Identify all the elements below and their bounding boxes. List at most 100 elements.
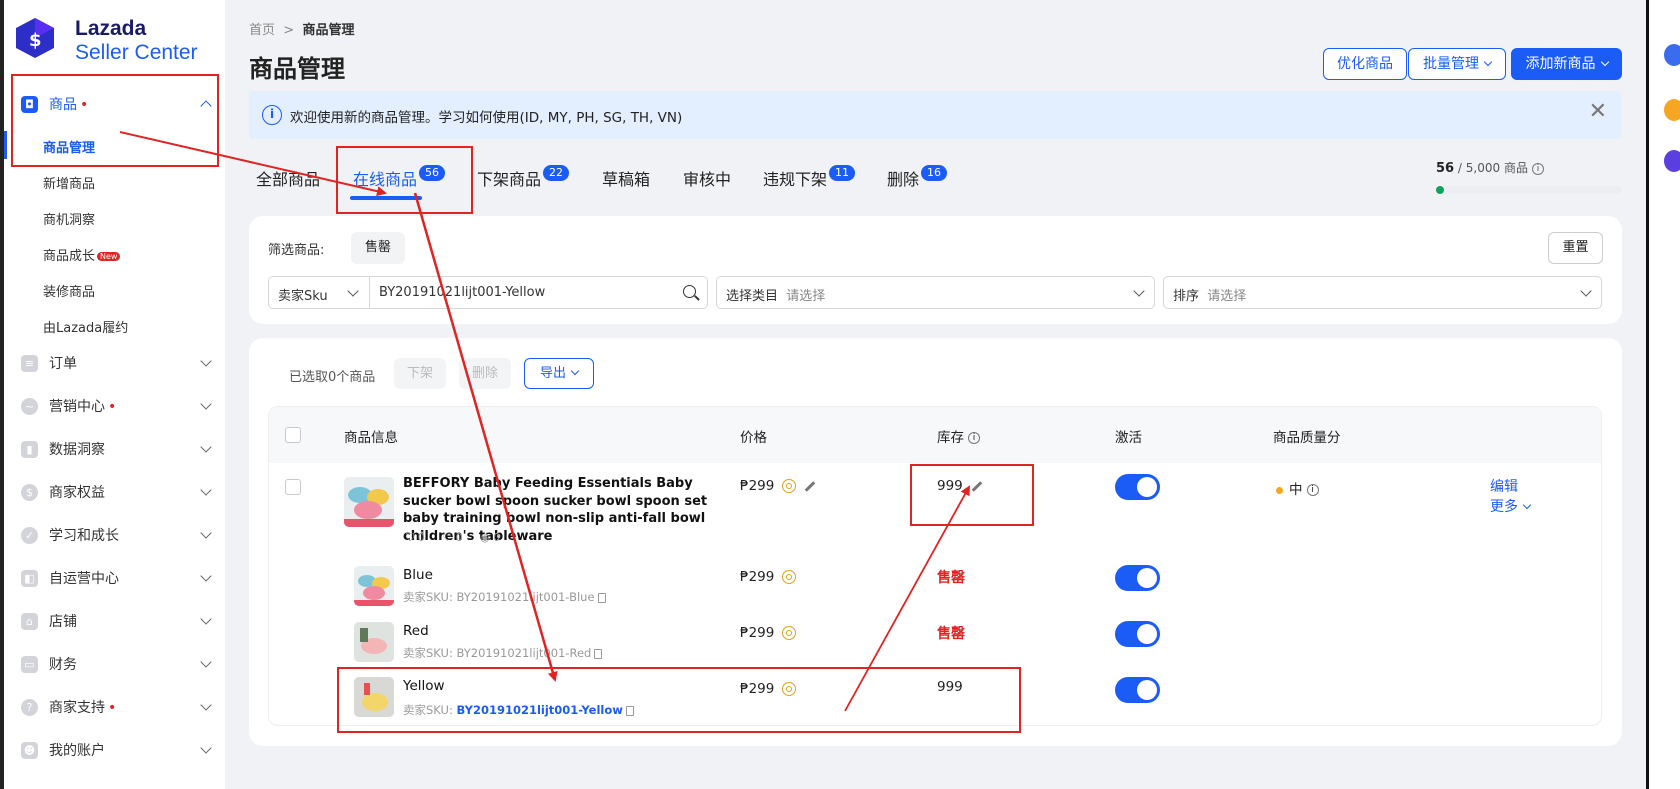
product-thumbnail[interactable] — [344, 477, 394, 527]
price-settings-icon[interactable] — [782, 479, 797, 493]
sidebar-item-label: 学习和成长 — [49, 528, 119, 544]
bell-icon[interactable] — [1664, 99, 1680, 121]
variant-name: Red — [403, 623, 429, 639]
edit-link[interactable]: 编辑 — [1490, 476, 1518, 496]
sidebar-item-label: 数据洞察 — [49, 442, 105, 458]
eye-icon: ◉ — [480, 531, 490, 544]
tab-online-products[interactable]: 在线商品 56 — [353, 165, 446, 190]
variant-thumbnail — [354, 677, 394, 717]
search-icon[interactable] — [683, 285, 696, 298]
category-select[interactable]: 选择类目 请选择 — [716, 276, 1155, 309]
info-icon[interactable]: i — [1306, 484, 1319, 496]
column-header-price: 价格 — [740, 430, 767, 446]
price-settings-icon[interactable] — [782, 626, 797, 640]
export-button[interactable]: 导出 — [524, 358, 594, 389]
variant-name: Yellow — [403, 678, 445, 694]
chevron-down-icon — [200, 355, 212, 367]
tab-delisted-products[interactable]: 下架商品 22 — [477, 165, 570, 190]
copy-icon[interactable] — [594, 648, 603, 659]
sidebar-subitem-fulfilled-by-lazada[interactable]: 由Lazada履约 — [43, 317, 128, 336]
info-icon[interactable]: i — [968, 432, 980, 444]
selected-count: 已选取0个商品 — [289, 370, 376, 385]
active-toggle[interactable] — [1115, 565, 1160, 591]
variant-price: ₱299 — [740, 681, 797, 697]
price-settings-icon[interactable] — [782, 682, 797, 696]
sidebar-subitem-insights[interactable]: 商机洞察 — [43, 209, 95, 228]
add-new-product-button[interactable]: 添加新商品 — [1511, 48, 1622, 80]
bag-icon: ◘ — [21, 96, 38, 113]
breadcrumb-home[interactable]: 首页 — [249, 23, 275, 38]
chat-icon[interactable] — [1664, 150, 1680, 172]
tab-deleted[interactable]: 删除 16 — [887, 165, 948, 190]
close-icon[interactable]: ✕ — [1589, 99, 1607, 124]
tab-active-indicator — [350, 196, 422, 200]
edit-pencil-icon[interactable] — [805, 480, 816, 492]
self-operation-icon: ◧ — [21, 570, 38, 587]
edit-pencil-icon[interactable] — [971, 480, 983, 492]
row-checkbox[interactable] — [285, 479, 301, 495]
select-all-checkbox[interactable] — [285, 427, 301, 443]
sidebar-item-label: 店铺 — [49, 614, 77, 630]
tab-count-badge: 11 — [829, 165, 856, 181]
price-settings-icon[interactable] — [782, 570, 797, 584]
chevron-down-icon — [200, 656, 212, 668]
soldout-filter-chip[interactable]: 售罄 — [351, 232, 405, 264]
sidebar-item-products[interactable]: ◘ 商品 • — [4, 83, 225, 125]
sidebar-subitem-decorate[interactable]: 装修商品 — [43, 281, 95, 300]
delist-button[interactable]: 下架 — [394, 358, 446, 389]
sidebar-item-seller-benefits[interactable]: $ 商家权益 — [4, 471, 225, 513]
store-icon: ⌂ — [21, 613, 38, 630]
tab-under-review[interactable]: 审核中 — [683, 166, 731, 190]
right-panel-border — [1646, 0, 1649, 789]
sidebar-item-learning[interactable]: ✓ 学习和成长 — [4, 514, 225, 556]
info-icon[interactable]: i — [1531, 162, 1544, 175]
chevron-down-icon — [1580, 285, 1592, 297]
heart-icon: ♡ — [442, 531, 453, 544]
delete-button[interactable]: 删除 — [459, 358, 511, 389]
assistant-icon[interactable] — [1664, 44, 1680, 66]
bulk-manage-button[interactable]: 批量管理 — [1408, 48, 1506, 80]
copy-icon[interactable] — [625, 705, 634, 716]
account-icon: ☻ — [21, 742, 38, 759]
sort-select[interactable]: 排序 请选择 — [1163, 276, 1602, 309]
column-header-active: 激活 — [1115, 430, 1142, 446]
active-toggle[interactable] — [1115, 677, 1160, 703]
copy-icon[interactable] — [597, 592, 606, 603]
sidebar-item-seller-support[interactable]: ? 商家支持 • — [4, 686, 225, 728]
active-toggle[interactable] — [1115, 621, 1160, 647]
sidebar-subitem-add-product[interactable]: 新增商品 — [43, 173, 95, 192]
tab-drafts[interactable]: 草稿箱 — [602, 166, 650, 190]
more-menu[interactable]: 更多 — [1490, 496, 1532, 516]
variant-sku: 卖家SKU: BY20191021lijt001-Red — [403, 645, 603, 661]
sidebar-item-self-operation[interactable]: ◧ 自运营中心 — [4, 557, 225, 599]
sidebar-item-label: 商家支持 • — [49, 700, 117, 716]
quota-progress-fill — [1436, 186, 1444, 194]
tab-violation-delisted[interactable]: 违规下架 11 — [763, 165, 856, 190]
banner-text[interactable]: 欢迎使用新的商品管理。学习如何使用(ID, MY, PH, SG, TH, VN… — [290, 106, 682, 126]
reset-button[interactable]: 重置 — [1548, 232, 1603, 264]
sidebar-subitem-growth[interactable]: 商品成长 New — [43, 245, 121, 264]
sidebar-item-marketing[interactable]: ~ 营销中心 • — [4, 385, 225, 427]
sidebar-item-store[interactable]: ⌂ 店铺 — [4, 600, 225, 642]
sidebar-item-my-account[interactable]: ☻ 我的账户 — [4, 729, 225, 771]
variant-thumbnail — [354, 622, 394, 662]
chevron-down-icon — [570, 366, 580, 376]
sidebar-subitem-product-manage[interactable]: 商品管理 — [43, 137, 95, 156]
breadcrumb: 首页 > 商品管理 — [249, 19, 354, 38]
chart-icon: ▮ — [21, 441, 38, 458]
chevron-down-icon — [200, 527, 212, 539]
optimize-products-button[interactable]: 优化商品 — [1323, 48, 1407, 80]
sidebar-item-data-insights[interactable]: ▮ 数据洞察 — [4, 428, 225, 470]
lazada-logo-icon: $ — [16, 18, 54, 58]
variant-price: ₱299 — [740, 569, 797, 585]
sidebar-item-finance[interactable]: ▭ 财务 — [4, 643, 225, 685]
sku-search-input[interactable]: BY20191021lijt001-Yellow — [369, 276, 708, 309]
dollar-icon: $ — [21, 484, 38, 501]
sidebar-item-orders[interactable]: ≡ 订单 — [4, 342, 225, 384]
active-toggle[interactable] — [1115, 474, 1160, 500]
sku-type-select[interactable]: 卖家Sku — [268, 276, 370, 309]
chevron-down-icon — [200, 699, 212, 711]
variant-name: Blue — [403, 567, 433, 583]
chevron-down-icon — [200, 570, 212, 582]
tab-all-products[interactable]: 全部商品 — [256, 166, 320, 190]
